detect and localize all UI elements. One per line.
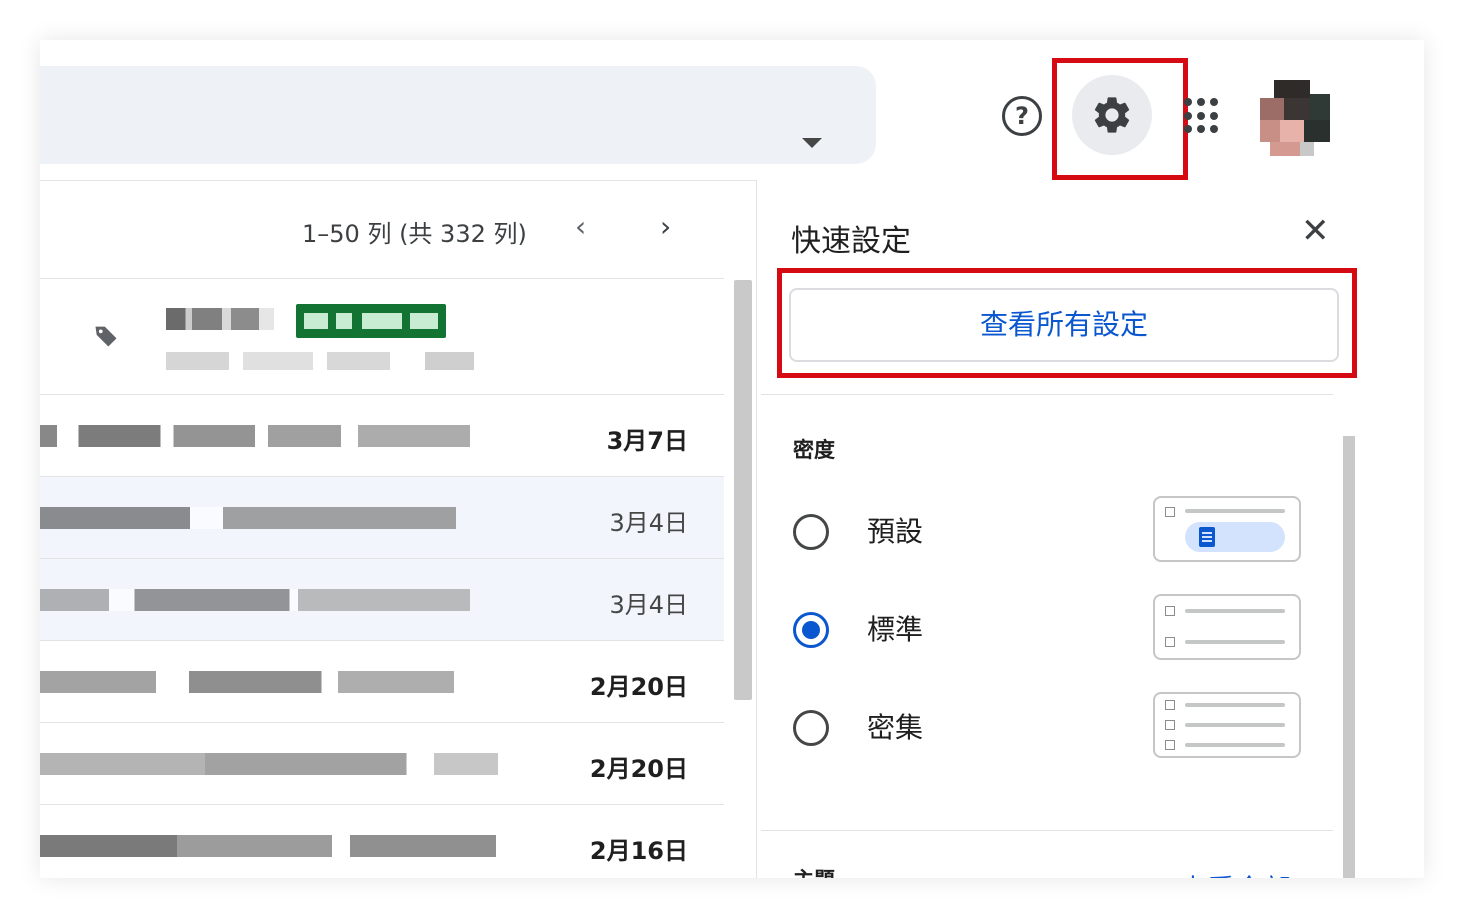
mail-snippet-blurred (40, 425, 470, 447)
density-label: 標準 (867, 613, 924, 646)
list-divider (40, 278, 724, 279)
density-label: 密集 (867, 711, 924, 744)
mail-snippet-blurred (40, 753, 498, 775)
density-default-preview (1153, 496, 1301, 562)
mail-snippet-blurred (40, 671, 454, 693)
section-divider (761, 394, 1333, 395)
density-option-compact[interactable]: 密集 (793, 692, 1333, 762)
avatar[interactable] (1260, 80, 1330, 156)
table-row[interactable]: 3月4日 (40, 558, 724, 641)
pagination-text: 1–50 列 (共 332 列) (302, 220, 527, 248)
promo-badge-blurred (296, 304, 446, 338)
mail-date: 3月4日 (609, 509, 688, 537)
density-compact-preview (1153, 692, 1301, 758)
table-row[interactable]: 2月20日 (40, 640, 724, 723)
apps-grid-icon[interactable] (1184, 98, 1220, 134)
table-row[interactable]: 2月20日 (40, 722, 724, 805)
table-row[interactable]: 2月16日 (40, 804, 724, 878)
radio-button[interactable] (793, 514, 829, 550)
section-divider (761, 830, 1333, 831)
density-option-standard[interactable]: 標準 (793, 594, 1333, 664)
quick-settings-scrollbar[interactable] (1343, 436, 1355, 878)
tag-icon (95, 326, 117, 347)
mail-date: 3月7日 (606, 427, 688, 455)
density-heading: 密度 (793, 438, 835, 462)
table-row[interactable]: 3月7日 (40, 394, 724, 477)
mail-date: 2月16日 (589, 837, 688, 865)
mail-snippet-blurred (40, 507, 456, 529)
radio-button-selected[interactable] (793, 612, 829, 648)
document-icon (1199, 527, 1215, 547)
search-options-caret-icon[interactable] (802, 138, 822, 148)
gmail-window: ? 1–50 列 (共 332 列) ‹ › 3月7日 3月4日 3月4日 2月… (40, 40, 1424, 878)
settings-highlight-box (1052, 58, 1188, 180)
mail-date: 2月20日 (589, 755, 688, 783)
theme-view-all-link[interactable]: 查看全部 (1179, 868, 1291, 878)
search-bar[interactable] (40, 66, 876, 164)
quick-settings-panel: 快速設定 ✕ 查看所有設定 密度 預設 標準 密集 (756, 180, 1361, 878)
see-all-highlight-box (777, 268, 1357, 378)
mail-date: 2月20日 (589, 673, 688, 701)
density-option-default[interactable]: 預設 (793, 496, 1333, 566)
radio-button[interactable] (793, 710, 829, 746)
promo-sender-blurred (166, 308, 274, 330)
list-scrollbar[interactable] (734, 280, 752, 700)
table-row[interactable]: 3月4日 (40, 476, 724, 559)
chevron-left-icon[interactable]: ‹ (575, 210, 586, 243)
promo-subject-blurred (166, 352, 516, 370)
chevron-right-icon[interactable]: › (660, 210, 671, 243)
help-icon[interactable]: ? (1002, 96, 1042, 136)
mail-snippet-blurred (40, 589, 470, 611)
theme-heading: 主題 (793, 864, 835, 878)
quick-settings-title: 快速設定 (791, 224, 911, 259)
density-standard-preview (1153, 594, 1301, 660)
close-icon[interactable]: ✕ (1301, 214, 1330, 248)
mail-date: 3月4日 (609, 591, 688, 619)
mail-snippet-blurred (40, 835, 496, 857)
density-label: 預設 (867, 515, 924, 548)
